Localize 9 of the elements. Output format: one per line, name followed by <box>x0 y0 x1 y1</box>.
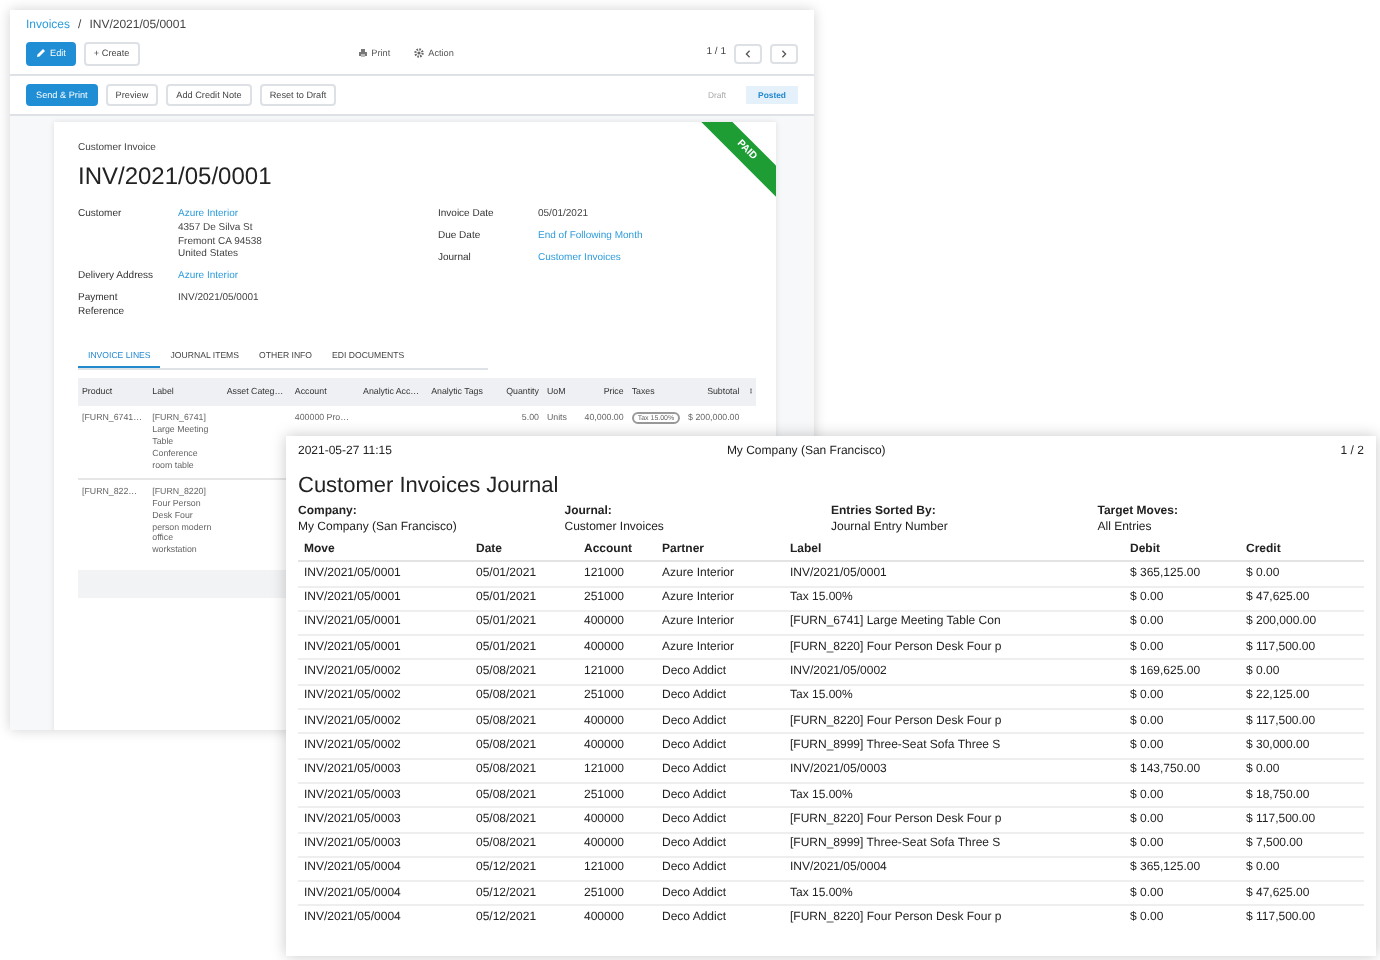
printer-icon <box>357 48 368 59</box>
report-title: Customer Invoices Journal <box>298 474 561 501</box>
chevron-left-icon <box>744 49 752 58</box>
previous-button[interactable] <box>734 43 762 64</box>
pencil-icon <box>36 48 46 59</box>
next-button[interactable] <box>770 43 798 64</box>
chevron-right-icon <box>780 49 788 58</box>
invoice-number: INV/2021/05/0001 <box>78 159 274 193</box>
gear-icon <box>414 48 425 59</box>
